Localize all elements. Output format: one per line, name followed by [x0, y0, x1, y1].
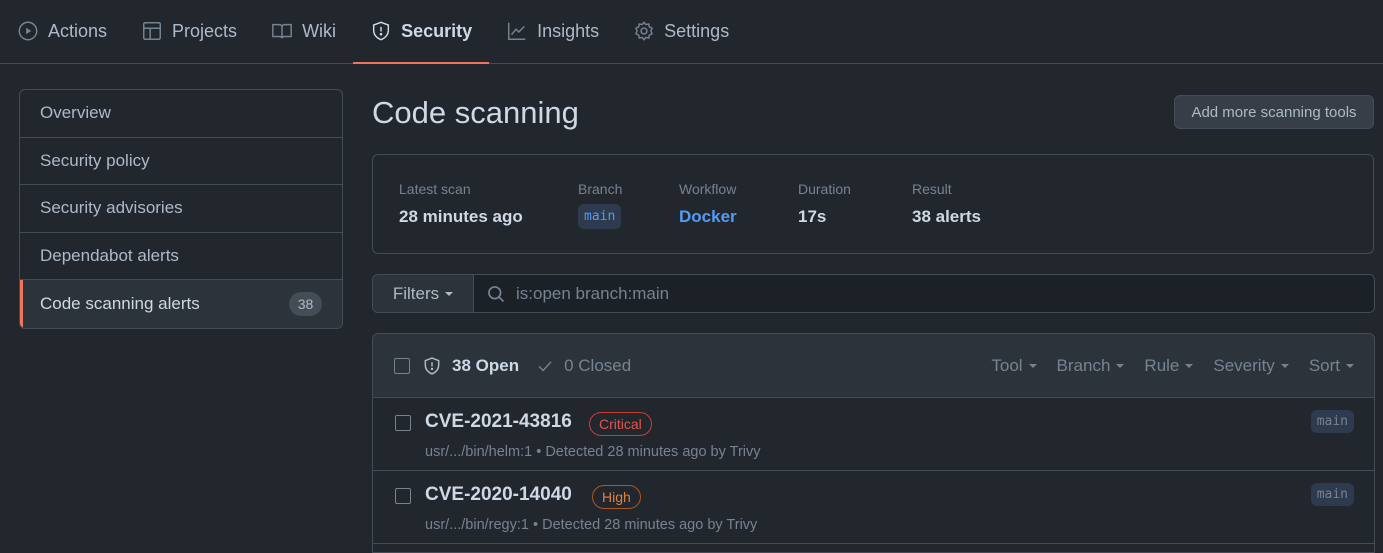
caret-down-icon [1185, 364, 1194, 368]
rule-filter-label: Rule [1144, 356, 1180, 375]
duration-value: 17s [798, 207, 827, 226]
filter-bar: Filters [372, 274, 1375, 313]
alert-title-link[interactable]: CVE-2020-14040 [425, 484, 572, 506]
gear-icon [633, 20, 655, 42]
open-alerts-label: 38 Open [452, 355, 520, 375]
sidebar-item-security-policy[interactable]: Security policy [20, 138, 342, 186]
closed-alerts-label: 0 Closed [564, 355, 632, 375]
check-icon [538, 360, 552, 371]
sidebar-item-label: Code scanning alerts [40, 294, 200, 314]
open-alerts-toggle[interactable]: 38 Open [422, 356, 519, 376]
shield-icon [370, 20, 392, 42]
alert-checkbox[interactable] [395, 488, 411, 504]
tab-settings[interactable]: Settings [616, 0, 746, 63]
tab-label: Security [401, 20, 473, 41]
tab-label: Projects [172, 20, 238, 41]
page-title: Code scanning [372, 95, 579, 130]
latest-scan-label: Latest scan [399, 181, 471, 197]
workflow-link[interactable]: Docker [679, 207, 737, 227]
search-wrapper [474, 275, 1374, 312]
result-label: Result [912, 181, 952, 197]
tab-actions[interactable]: Actions [0, 0, 124, 63]
alerts-list-header: 38 Open 0 Closed Tool Branch Rule Severi… [373, 334, 1374, 398]
tab-label: Settings [664, 20, 730, 41]
duration-label: Duration [798, 181, 851, 197]
tab-wiki[interactable]: Wiki [254, 0, 353, 63]
alert-title-link[interactable]: CVE-2021-43816 [425, 411, 572, 433]
closed-alerts-toggle[interactable]: 0 Closed [536, 356, 631, 376]
tab-label: Insights [537, 20, 600, 41]
alerts-list: 38 Open 0 Closed Tool Branch Rule Severi… [372, 333, 1375, 553]
sidebar-item-label: Security policy [40, 150, 150, 170]
sidebar-item-security-advisories[interactable]: Security advisories [20, 185, 342, 233]
book-icon [271, 20, 293, 42]
result-value: 38 alerts [912, 207, 981, 226]
branch-tag[interactable]: main [578, 204, 622, 229]
tab-label: Wiki [302, 20, 337, 41]
alert-count-badge: 38 [289, 292, 322, 317]
latest-scan-column: Latest scan 28 minutes ago [399, 181, 523, 227]
alert-row: CVE-2020-14040 High usr/.../bin/regy:1 •… [373, 471, 1374, 544]
sidebar-item-label: Dependabot alerts [40, 246, 179, 266]
tab-security[interactable]: Security [353, 0, 490, 64]
sidebar-item-dependabot-alerts[interactable]: Dependabot alerts [20, 233, 342, 281]
result-column: Result 38 alerts [912, 181, 981, 227]
branch-filter-dropdown[interactable]: Branch [1057, 356, 1125, 376]
branch-filter-label: Branch [1056, 356, 1111, 375]
add-scanning-tools-button[interactable]: Add more scanning tools [1174, 95, 1374, 129]
duration-column: Duration 17s [798, 181, 851, 227]
sidebar-item-label: Overview [40, 103, 111, 123]
select-all-checkbox[interactable] [394, 357, 410, 374]
workflow-label: Workflow [679, 181, 737, 197]
caret-down-icon [445, 291, 454, 296]
sidebar-item-label: Security advisories [40, 198, 183, 218]
rule-filter-dropdown[interactable]: Rule [1144, 356, 1194, 376]
alert-branch-tag[interactable]: main [1310, 410, 1354, 433]
workflow-column: Workflow Docker [679, 181, 737, 227]
tool-filter-dropdown[interactable]: Tool [991, 356, 1037, 376]
play-circle-icon [17, 20, 39, 42]
caret-down-icon [1346, 364, 1354, 368]
repo-nav: Actions Projects Wiki Security Insights … [0, 0, 1383, 64]
branch-label: Branch [578, 181, 623, 197]
tool-filter-label: Tool [991, 356, 1023, 375]
severity-filter-label: Severity [1213, 356, 1275, 375]
security-sidebar: Overview Security policy Security adviso… [19, 89, 343, 329]
severity-badge: High [592, 485, 641, 509]
latest-scan-summary: Latest scan 28 minutes ago Branch main W… [372, 154, 1374, 254]
shield-alert-icon [424, 356, 440, 375]
caret-down-icon [1028, 364, 1037, 368]
graph-icon [506, 20, 528, 42]
alerts-filter-menus: Tool Branch Rule Severity Sort [971, 334, 1354, 398]
sidebar-item-overview[interactable]: Overview [20, 90, 342, 138]
caret-down-icon [1116, 364, 1125, 368]
tab-projects[interactable]: Projects [124, 0, 254, 63]
sort-dropdown[interactable]: Sort [1309, 356, 1354, 376]
alert-meta: usr/.../bin/regy:1 • Detected 28 minutes… [425, 517, 758, 533]
tab-insights[interactable]: Insights [489, 0, 616, 63]
alerts-search-input[interactable] [516, 283, 1374, 304]
severity-badge: Critical [589, 412, 652, 436]
sort-label: Sort [1308, 356, 1340, 375]
filters-dropdown-button[interactable]: Filters [373, 275, 474, 312]
latest-scan-value: 28 minutes ago [399, 207, 523, 226]
alert-branch-tag[interactable]: main [1310, 483, 1354, 506]
alert-checkbox[interactable] [395, 415, 411, 431]
search-icon [488, 285, 505, 302]
alert-row: CVE-2021-43816 Critical usr/.../bin/helm… [373, 398, 1374, 471]
tab-label: Actions [48, 20, 108, 41]
sidebar-item-code-scanning-alerts[interactable]: Code scanning alerts 38 [20, 280, 342, 328]
alert-meta: usr/.../bin/helm:1 • Detected 28 minutes… [425, 444, 761, 460]
branch-column: Branch main [578, 181, 622, 229]
severity-filter-dropdown[interactable]: Severity [1213, 356, 1289, 376]
table-icon [141, 20, 163, 42]
caret-down-icon [1280, 364, 1289, 368]
filters-label: Filters [392, 283, 440, 303]
